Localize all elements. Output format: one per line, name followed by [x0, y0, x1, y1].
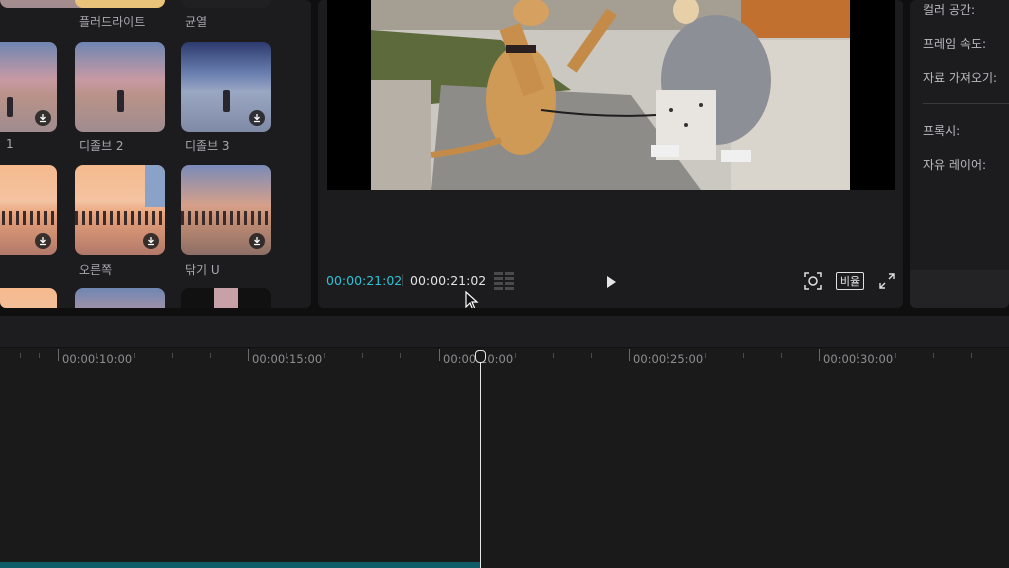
ruler-label-25s: 00:00:25:00 — [633, 352, 704, 366]
effect-thumb-dissolve-1[interactable] — [0, 42, 57, 132]
effect-thumb-wipe-u[interactable] — [181, 165, 271, 255]
ratio-button[interactable]: 비율 — [836, 272, 864, 290]
effect-thumb-dissolve-3[interactable] — [181, 42, 271, 132]
timeline-tracks[interactable] — [0, 372, 1009, 568]
effect-thumb-row3-1[interactable] — [0, 288, 57, 308]
total-time: 00:00:21:02 — [410, 273, 487, 288]
props-divider — [923, 103, 1009, 104]
video-frame-image — [371, 0, 850, 190]
effect-label-floodlight: 플러드라이트 — [79, 15, 146, 29]
effect-label-wipe-u: 닦기 U — [185, 263, 220, 277]
effect-label-dissolve-3: 디졸브 3 — [185, 139, 230, 153]
prop-color-space: 컬러 공간: — [923, 3, 976, 17]
timeline-toolbar — [0, 316, 1009, 348]
effect-thumb-row3-3[interactable] — [181, 288, 271, 308]
effect-label-crack: 균열 — [185, 15, 208, 29]
play-icon — [607, 276, 616, 288]
current-time: 00:00:21:02 — [326, 273, 403, 288]
focus-icon — [804, 272, 822, 290]
effect-label-right: 오른쪽 — [79, 263, 113, 277]
effect-label-dissolve-1: 1 — [6, 137, 14, 151]
fullscreen-button[interactable] — [879, 273, 895, 289]
effect-thumb-row3-2[interactable] — [75, 288, 165, 308]
timeline-clip[interactable] — [0, 562, 480, 568]
ruler-label-15s: 00:00:15:00 — [252, 352, 323, 366]
ruler-label-30s: 00:00:30:00 — [823, 352, 894, 366]
ruler-label-10s: 00:00:10:00 — [62, 352, 133, 366]
video-viewport — [327, 0, 895, 190]
prop-proxy: 프록시: — [923, 124, 961, 138]
focus-button[interactable] — [804, 272, 822, 290]
playhead-line — [480, 360, 481, 568]
prop-import-media: 자료 가져오기: — [923, 71, 998, 85]
effect-thumb-left[interactable] — [0, 165, 57, 255]
download-icon[interactable] — [143, 233, 159, 249]
fullscreen-icon — [879, 273, 895, 289]
effect-thumb-right[interactable] — [75, 165, 165, 255]
time-separator — [402, 274, 403, 286]
prop-frame-rate: 프레임 속도: — [923, 37, 987, 51]
effect-label-dissolve-2: 디졸브 2 — [79, 139, 124, 153]
download-icon[interactable] — [35, 233, 51, 249]
download-icon[interactable] — [35, 110, 51, 126]
timeline-ruler[interactable]: 00:00:10:00 00:00:15:00 00:00:20:00 00:0… — [0, 348, 1009, 370]
effects-panel: 플러드라이트 균열 1 디졸브 2 디졸브 3 오른쪽 닦기 U — [0, 0, 311, 308]
effect-thumb-crack[interactable] — [181, 0, 271, 8]
mouse-cursor-icon — [465, 291, 479, 308]
player-panel: 00:00:21:02 00:00:21:02 비율 — [318, 0, 903, 308]
grid-icon[interactable] — [494, 272, 514, 290]
ratio-label: 비율 — [839, 275, 861, 288]
play-button[interactable] — [604, 274, 618, 288]
props-footer — [910, 270, 1009, 308]
effect-thumb-dissolve-2[interactable] — [75, 42, 165, 132]
prop-free-layer: 자유 레이어: — [923, 158, 987, 172]
playhead-handle[interactable] — [475, 350, 486, 363]
download-icon[interactable] — [249, 110, 265, 126]
properties-panel: 컬러 공간: 프레임 속도: 자료 가져오기: 프록시: 자유 레이어: — [910, 0, 1009, 308]
download-icon[interactable] — [249, 233, 265, 249]
effect-thumb-floodlight[interactable] — [75, 0, 165, 8]
timeline-panel: 00:00:10:00 00:00:15:00 00:00:20:00 00:0… — [0, 316, 1009, 568]
